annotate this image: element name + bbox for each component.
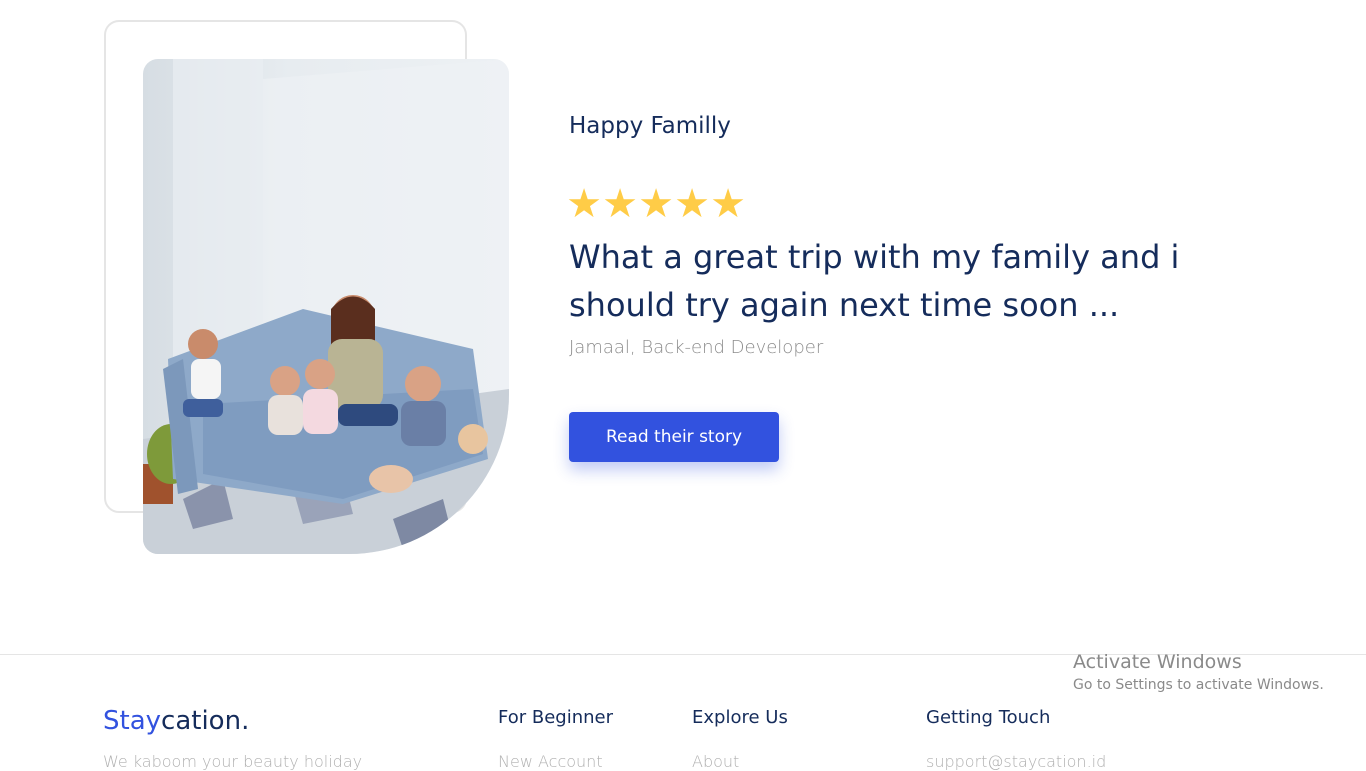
testimonial-quote: What a great trip with my family and i s… <box>569 238 1180 324</box>
star-icon: ★ <box>638 181 674 227</box>
read-their-story-button[interactable]: Read their story <box>569 412 779 462</box>
family-photo <box>143 59 509 554</box>
brand-accent: Stay <box>103 706 162 736</box>
star-icon: ★ <box>602 181 638 227</box>
watermark-subtitle: Go to Settings to activate Windows. <box>1073 677 1324 693</box>
footer-tagline: We kaboom your beauty holiday <box>103 752 363 771</box>
brand-rest: cation. <box>161 706 250 736</box>
footer-heading-for-beginner: For Beginner <box>498 707 613 728</box>
footer-divider <box>0 654 1366 655</box>
star-icon: ★ <box>674 181 710 227</box>
testimonial-title: Happy Familly <box>569 113 731 139</box>
star-icon: ★ <box>710 181 746 227</box>
family-photo-illustration <box>143 59 509 554</box>
testimonial-author: Jamaal, Back-end Developer <box>569 337 824 358</box>
star-rating: ★ ★ ★ ★ ★ <box>566 182 746 226</box>
footer-brand-logo[interactable]: Staycation. <box>103 706 249 736</box>
footer-link-about[interactable]: About <box>692 752 739 771</box>
footer-link-new-account[interactable]: New Account <box>498 752 603 771</box>
windows-activation-watermark: Activate Windows Go to Settings to activ… <box>1073 650 1324 696</box>
footer-heading-getting-touch: Getting Touch <box>926 707 1051 728</box>
footer-link-support-email[interactable]: support@staycation.id <box>926 752 1106 771</box>
footer-heading-explore-us: Explore Us <box>692 707 788 728</box>
star-icon: ★ <box>566 181 602 227</box>
